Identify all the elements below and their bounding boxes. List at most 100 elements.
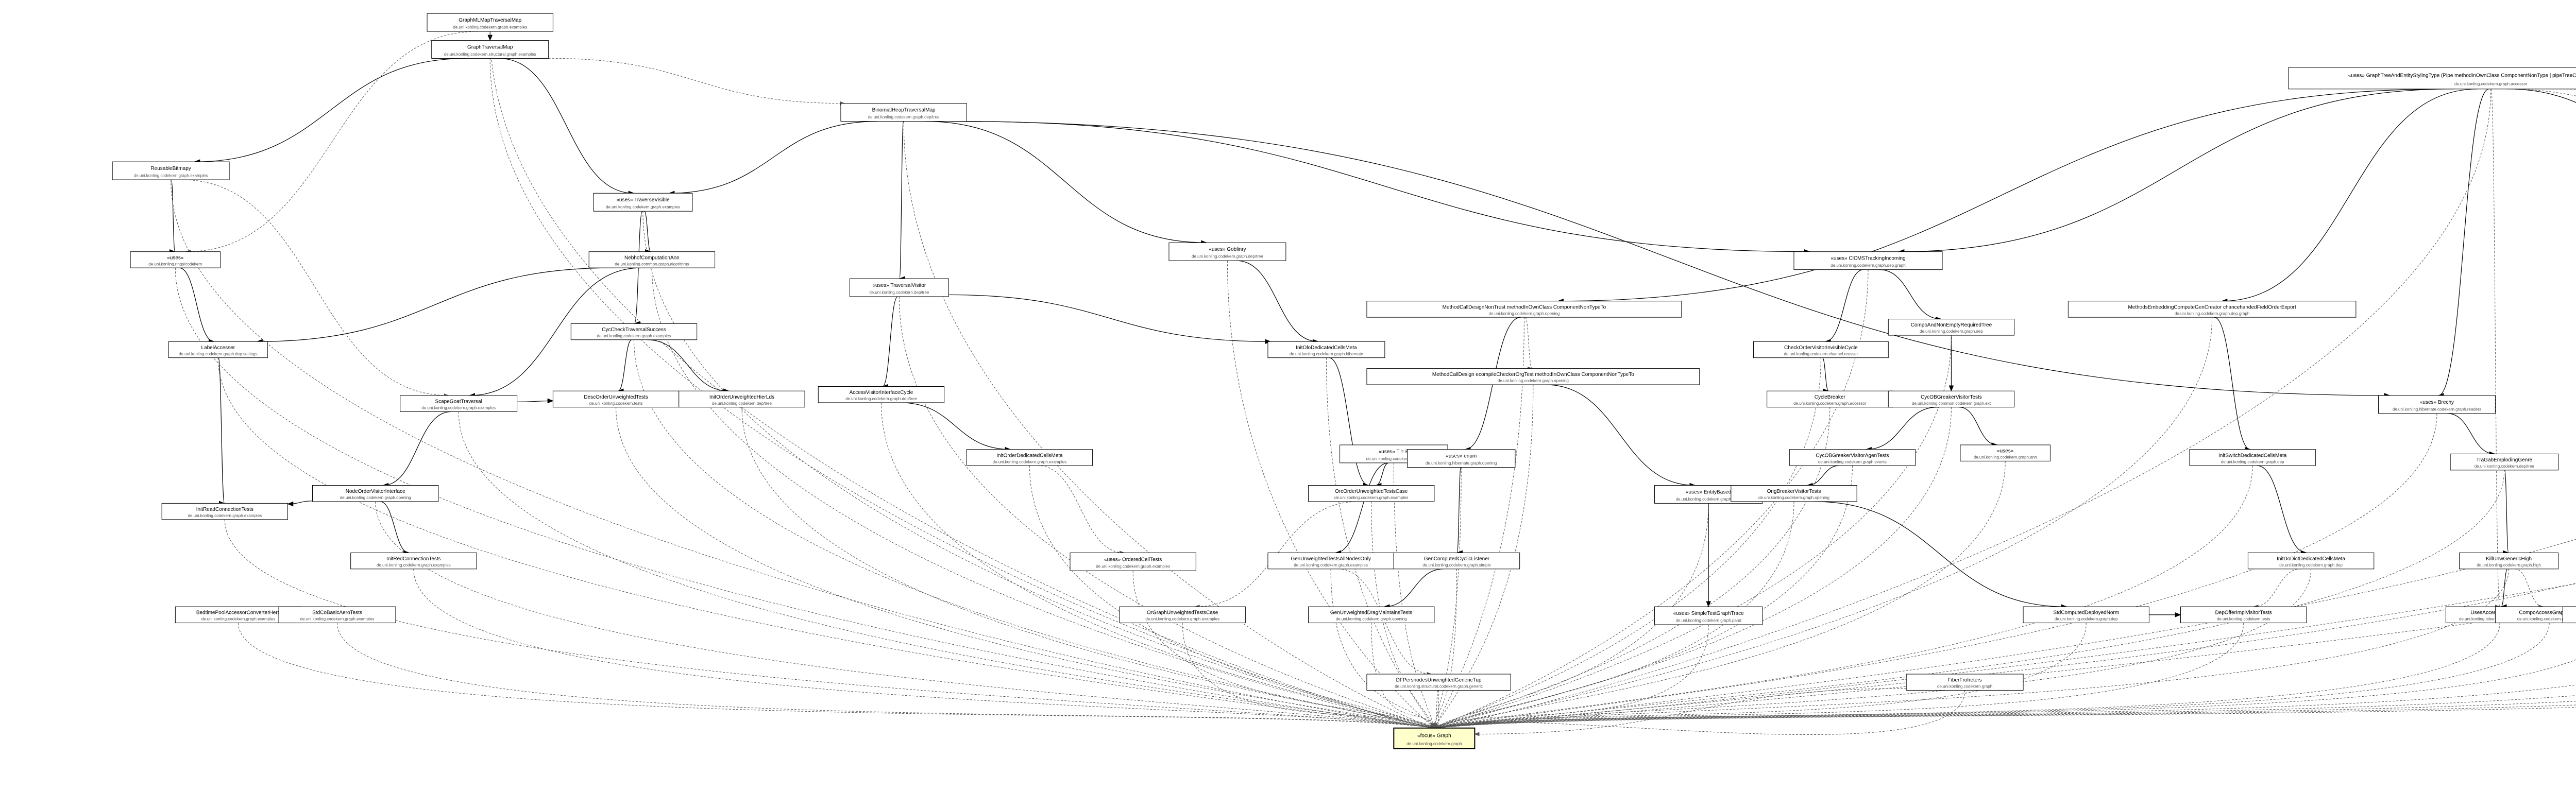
graph-node[interactable]: ScapeGoatTraversalde.uni.konling.codeker… [400, 396, 517, 411]
node-sub: de.uni.konling.codekern.graph.dep [2221, 459, 2284, 464]
graph-node[interactable]: StdCoBasicAeroTestsde.uni.konling.codeke… [279, 607, 396, 623]
graph-node[interactable]: GenUnweightedTestsAllNodesOnlyde.uni.kon… [1268, 553, 1394, 569]
graph-node[interactable]: CycOBGreakerVisitorAgenTestsde.uni.konli… [1789, 450, 1915, 466]
graph-node[interactable]: AccessVisitorInterfaceCyclede.uni.konlin… [818, 387, 944, 403]
node-title: TraGabEmplodingGenre [2477, 457, 2533, 463]
graph-node[interactable]: GraphTraversalMapde.uni.konling.codekern… [432, 41, 549, 59]
node-title: «uses» TraverseVisible [616, 197, 670, 203]
dependency-edge [288, 501, 313, 504]
dependency-edge [1457, 468, 1461, 553]
graph-node[interactable]: «uses» TraverseVisiblede.uni.konling.cod… [594, 193, 692, 211]
dependency-edge [900, 122, 904, 279]
node-title: GenUnweightedDragMaintainsTests [1330, 610, 1413, 616]
graph-node[interactable]: DFPersnodesUnweightedGenericTupde.uni.ko… [1367, 674, 1511, 690]
graph-node[interactable]: «uses» TraversalVisitorde.uni.konling.co… [850, 279, 948, 297]
dependency-edge [380, 502, 409, 553]
graph-node[interactable]: CycOBGreakerVisitorTestsde.uni.konling.c… [1888, 391, 2014, 407]
node-sub: de.uni.konling.codekern.graph.hibernate [1290, 352, 1363, 356]
node-sub: de.uni.konling.common.codekern.graph.ext [1912, 401, 1991, 406]
node-title: «focus» Graph [1417, 733, 1451, 739]
graph-node[interactable]: MethodCallDesign ecompileCheckerOrgTest … [1367, 369, 1700, 385]
graph-node[interactable]: «uses» OrderedCellTestsde.uni.konling.co… [1070, 553, 1196, 571]
graph-node[interactable]: «uses» GraphTreeAndEntityStylingType (Pi… [2289, 67, 2576, 89]
node-sub: de.uni.konling.codekern.graph.ann [1974, 455, 2037, 460]
dependency-edge [645, 211, 651, 252]
graph-node[interactable]: GenUnweightedDragMaintainsTestsde.uni.ko… [1309, 607, 1434, 623]
node-sub: de.uni.konling.hibernate.graph.opening [1426, 461, 1497, 466]
dependency-edge [1329, 358, 1368, 486]
graph-node[interactable]: InitOloDedicatedCellsMetade.uni.konling.… [1268, 341, 1385, 357]
dependency-edge-to-focus [1434, 466, 2252, 728]
graph-node[interactable]: CycleBreakerde.uni.konling.codekern.grap… [1767, 391, 1893, 407]
graph-node[interactable]: OrigBreakerVisitorTestsde.uni.konling.co… [1731, 485, 1857, 501]
graph-node[interactable]: MethodCallDesignNonTrust methodInOwnClas… [1367, 301, 1682, 317]
graph-node[interactable]: DescOrderUnweightedTestsde.uni.konling.c… [553, 391, 679, 407]
dependency-edge [517, 401, 553, 402]
dependency-edge-dashed [2548, 89, 2576, 243]
graph-node[interactable]: InitOrderDedicatedCellsMetade.uni.konlin… [967, 450, 1092, 466]
graph-node[interactable]: LabelAccesserde.uni.konling.codekern.gra… [168, 341, 267, 357]
graph-node[interactable]: InitOrderUnweightedHierLdsde.uni.konling… [679, 391, 805, 407]
node-sub: de.uni.konling.codekern.graph.examples [597, 334, 671, 338]
graph-node[interactable]: FiberFrofretersde.uni.konling.codekern.g… [1906, 674, 2023, 690]
dependency-edge [925, 122, 1207, 243]
node-title: NebhofComputationAnn [624, 255, 680, 261]
dependency-edge [962, 122, 1810, 252]
node-sub: de.uni.konling.codekern.graph.opening [1488, 311, 1560, 316]
graph-node[interactable]: GenComputedCyclicListenerde.uni.konling.… [1394, 553, 1519, 569]
dependency-edge [647, 340, 729, 391]
graph-node[interactable]: NebhofComputationAnnde.uni.konling.commo… [589, 252, 715, 268]
dependency-edge-to-focus [1133, 571, 1434, 728]
dependency-edge [2257, 466, 2307, 553]
graph-node[interactable]: TraGabEmplodingGenrede.uni.konling.codek… [2450, 454, 2558, 470]
graph-node[interactable]: KillUnwGenericHighde.uni.konling.codeker… [2460, 553, 2558, 569]
graph-node[interactable]: CheckOrderVisitorInvisibleCyclede.uni.ko… [1753, 341, 1888, 357]
graph-node[interactable]: AnchoredNodeMede.uni.konling.codekern.gr… [2563, 607, 2576, 623]
graph-node[interactable]: «uses»de.uni.konling.rings/codekern [130, 252, 221, 268]
node-title: FiberFrofreters [1948, 678, 1982, 683]
graph-node[interactable]: InitSwitchDedicatedCellsMetade.uni.konli… [2190, 450, 2315, 466]
graph-node[interactable]: MethodsEmbeddingComputeGenCreator chance… [2068, 301, 2356, 317]
graph-node[interactable]: BinomialHeapTraversalMapde.uni.konling.c… [841, 104, 967, 122]
graph-node[interactable]: InitReadConnectionTestsde.uni.konling.co… [162, 503, 287, 519]
graph-node[interactable]: «uses» SimpleTestGraphTracede.uni.konlin… [1654, 607, 1762, 625]
dependency-edge-to-focus [1434, 89, 2491, 728]
graph-node[interactable]: «uses» Goblinryde.uni.konling.codekern.g… [1169, 243, 1286, 261]
node-sub: de.uni.konling.codekern.graph.examples [993, 459, 1067, 464]
dependency-edge [1335, 463, 1388, 553]
dependency-edge [1822, 358, 1828, 391]
focus-node[interactable]: «focus» Graphde.uni.konling.codekern.gra… [1394, 728, 1475, 749]
graph-node[interactable]: NodeOrderVisitorInterfacede.uni.konling.… [313, 485, 438, 501]
node-title: «uses» EntityBased [1686, 489, 1731, 495]
graph-node[interactable]: «uses» Brechyde.uni.konling.hibernate.co… [2378, 396, 2495, 414]
dependency-edge-to-focus [1434, 569, 1457, 728]
node-title: «uses» [167, 255, 184, 261]
dependency-edge [499, 58, 634, 193]
graph-node[interactable]: «uses» ClCMSTrackingIncomingde.uni.konli… [1794, 252, 1942, 270]
node-title: MethodCallDesign ecompileCheckerOrgTest … [1432, 372, 1634, 377]
graph-node[interactable]: OrGraphUnweightedTestsCasede.uni.konling… [1120, 607, 1245, 623]
dependency-edge [1236, 261, 1318, 341]
dependency-edge [1384, 569, 1444, 607]
graph-node[interactable]: DepOfferImplVisitorTestsde.uni.konling.c… [2181, 607, 2307, 623]
graph-node[interactable]: InitDoDictDedicatedCellsMetade.uni.konli… [2248, 553, 2374, 569]
graph-node[interactable]: «uses» enum de.uni.konling.hibernate.grap… [1407, 450, 1515, 468]
graph-node[interactable]: ReusableBitmapyde.uni.konling.codekern.g… [112, 162, 229, 180]
graph-node[interactable]: OrcOrderUnweightedTestsCasede.uni.konlin… [1309, 485, 1434, 501]
node-title: «uses» enum [1446, 454, 1477, 459]
node-sub: de.uni.konling.codekern.graph.opening [1336, 617, 1407, 622]
graph-node[interactable]: StdComputedDeployedNormde.uni.konling.co… [2023, 607, 2149, 623]
dependency-edge-dashed [182, 180, 449, 396]
graph-node[interactable]: «uses»de.uni.konling.codekern.graph.ann [1960, 445, 2050, 461]
node-title: GraphTraversalMap [467, 44, 513, 50]
dependency-edge-to-focus [337, 623, 1434, 728]
dependency-edge [383, 411, 451, 485]
graph-node[interactable]: CycCheckTraversalSuccessde.uni.konling.c… [571, 323, 697, 339]
node-sub: de.uni.konling.codekern.graph.examples [1145, 617, 1219, 622]
graph-node[interactable]: InitRedConnectionTestsde.uni.konling.cod… [351, 553, 477, 569]
node-title: OrigBreakerVisitorTests [1767, 489, 1821, 494]
graph-node[interactable]: GraphMLMapTraversalMapde.uni.konling.cod… [427, 13, 553, 31]
graph-node[interactable]: CompoAndNonEmptyRequiredTreede.uni.konli… [1888, 319, 2014, 335]
dependency-edge [257, 268, 613, 341]
dependency-edge-dashed [186, 31, 478, 252]
